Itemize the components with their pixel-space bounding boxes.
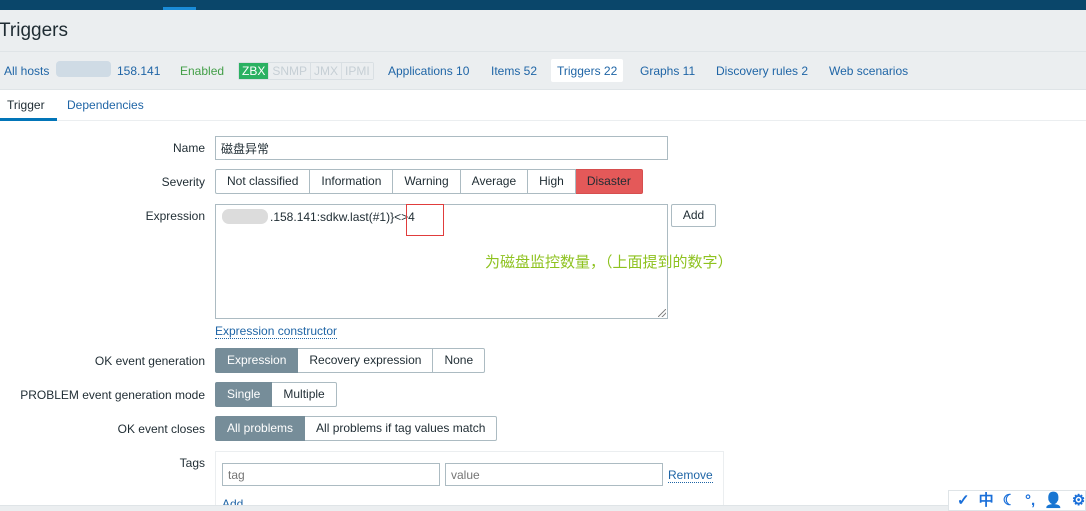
problem-mode-label: PROBLEM event generation mode: [20, 388, 205, 402]
host-navigation: All hosts 158.141 Enabled ZBX SNMP JMX I…: [0, 51, 1086, 90]
host-status[interactable]: Enabled: [180, 64, 224, 78]
severity-not-classified[interactable]: Not classified: [215, 169, 311, 194]
resize-handle[interactable]: [658, 309, 666, 317]
bottom-strip: [0, 505, 1086, 511]
severity-warning[interactable]: Warning: [393, 169, 461, 194]
trigger-form: Trigger Dependencies Name Severity Not c…: [0, 90, 1086, 511]
severity-disaster[interactable]: Disaster: [575, 169, 643, 194]
severity-selector: Not classified Information Warning Avera…: [215, 169, 643, 194]
all-hosts-link[interactable]: All hosts: [4, 64, 49, 78]
name-input[interactable]: [215, 136, 668, 160]
ime-moon-icon[interactable]: ☾: [1003, 492, 1016, 509]
ok-gen-none[interactable]: None: [433, 348, 486, 373]
ime-settings-icon[interactable]: ✓: [957, 492, 970, 509]
web-scenarios-link[interactable]: Web scenarios: [829, 64, 908, 78]
tab-dependencies[interactable]: Dependencies: [67, 98, 144, 112]
ime-gear-icon[interactable]: ⚙: [1072, 492, 1085, 509]
jmx-badge: JMX: [310, 63, 342, 79]
expression-text: .158.141:sdkw.last(#1)}<>4: [270, 210, 415, 224]
discovery-rules-link[interactable]: Discovery rules 2: [716, 64, 808, 78]
zbx-badge: ZBX: [239, 63, 269, 79]
ok-closes-label: OK event closes: [117, 422, 205, 436]
active-menu-indicator: [163, 7, 196, 10]
ime-user-icon[interactable]: 👤: [1044, 492, 1063, 509]
blurred-host-in-expression: [222, 209, 268, 224]
expression-label: Expression: [145, 209, 205, 223]
expression-constructor-link[interactable]: Expression constructor: [215, 324, 338, 339]
problem-mode-single[interactable]: Single: [215, 382, 273, 407]
problem-mode-multiple[interactable]: Multiple: [272, 382, 337, 407]
remove-tag-link[interactable]: Remove: [668, 468, 713, 483]
host-name-link[interactable]: 158.141: [117, 64, 160, 78]
ok-closes-tag-match[interactable]: All problems if tag values match: [305, 416, 498, 441]
ok-gen-recovery-expression[interactable]: Recovery expression: [298, 348, 434, 373]
ok-gen-expression[interactable]: Expression: [215, 348, 299, 373]
severity-average[interactable]: Average: [460, 169, 529, 194]
tags-container: Remove Add: [215, 451, 724, 511]
tag-value-input[interactable]: [445, 463, 663, 486]
problem-mode-selector: Single Multiple: [215, 382, 337, 407]
tags-label: Tags: [179, 456, 205, 470]
severity-high[interactable]: High: [528, 169, 576, 194]
triggers-link[interactable]: Triggers 22: [551, 59, 624, 82]
ok-event-generation-label: OK event generation: [94, 354, 205, 368]
blurred-host-name: [56, 61, 111, 77]
applications-link[interactable]: Applications 10: [388, 64, 469, 78]
annotation-text: 为磁盘监控数量，（上面提到的数字）: [485, 254, 733, 271]
tag-name-input[interactable]: [222, 463, 440, 486]
ipmi-badge: IPMI: [341, 63, 373, 79]
items-link[interactable]: Items 52: [491, 64, 537, 78]
top-navigation-bar: [0, 0, 1086, 10]
add-expression-button[interactable]: Add: [671, 204, 716, 227]
severity-information[interactable]: Information: [310, 169, 394, 194]
name-label: Name: [172, 141, 205, 155]
availability-indicators: ZBX SNMP JMX IPMI: [238, 62, 374, 80]
page-title: Triggers: [0, 20, 68, 41]
annotation-highlight-box: [406, 204, 444, 236]
ok-event-generation-selector: Expression Recovery expression None: [215, 348, 486, 373]
ime-punctuation-icon[interactable]: °,: [1025, 492, 1035, 509]
ime-toolbar: ✓ 中 ☾ °, 👤 ⚙: [948, 490, 1086, 511]
form-tabs: Trigger Dependencies: [0, 90, 1086, 121]
snmp-badge: SNMP: [268, 63, 311, 79]
ok-closes-selector: All problems All problems if tag values …: [215, 416, 498, 441]
ok-closes-all-problems[interactable]: All problems: [215, 416, 306, 441]
graphs-link[interactable]: Graphs 11: [640, 64, 695, 78]
tab-trigger[interactable]: Trigger: [0, 98, 57, 121]
severity-label: Severity: [161, 175, 205, 189]
ime-chinese-mode-icon[interactable]: 中: [979, 492, 994, 509]
